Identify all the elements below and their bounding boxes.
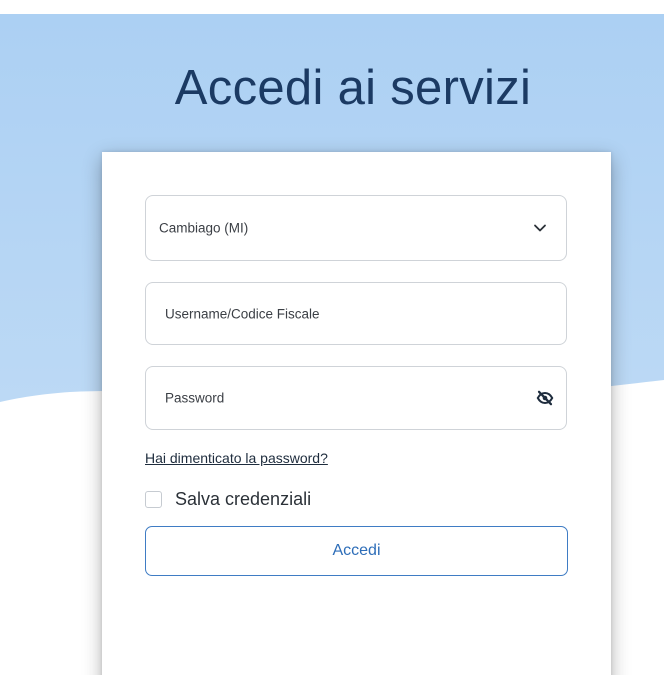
- login-button[interactable]: Accedi: [145, 526, 568, 576]
- eye-slash-icon[interactable]: [536, 389, 554, 407]
- municipality-select-value: Cambiago (MI): [159, 220, 249, 236]
- chevron-down-icon: [534, 224, 546, 232]
- remember-label[interactable]: Salva credenziali: [175, 489, 311, 510]
- password-placeholder: Password: [165, 390, 225, 406]
- login-card: Cambiago (MI) Username/Codice Fiscale Pa…: [102, 152, 611, 675]
- forgot-password-link[interactable]: Hai dimenticato la password?: [145, 450, 328, 466]
- remember-checkbox[interactable]: [145, 490, 162, 508]
- username-placeholder: Username/Codice Fiscale: [165, 306, 320, 321]
- page-title: Accedi ai servizi: [174, 61, 532, 115]
- municipality-select[interactable]: Cambiago (MI): [145, 195, 567, 261]
- remember-credentials[interactable]: Salva credenziali: [145, 488, 311, 510]
- username-field[interactable]: Username/Codice Fiscale: [145, 282, 567, 345]
- top-strip: [0, 0, 664, 14]
- password-field[interactable]: Password: [145, 366, 567, 430]
- login-page: Accedi ai servizi Cambiago (MI) Username…: [0, 0, 664, 675]
